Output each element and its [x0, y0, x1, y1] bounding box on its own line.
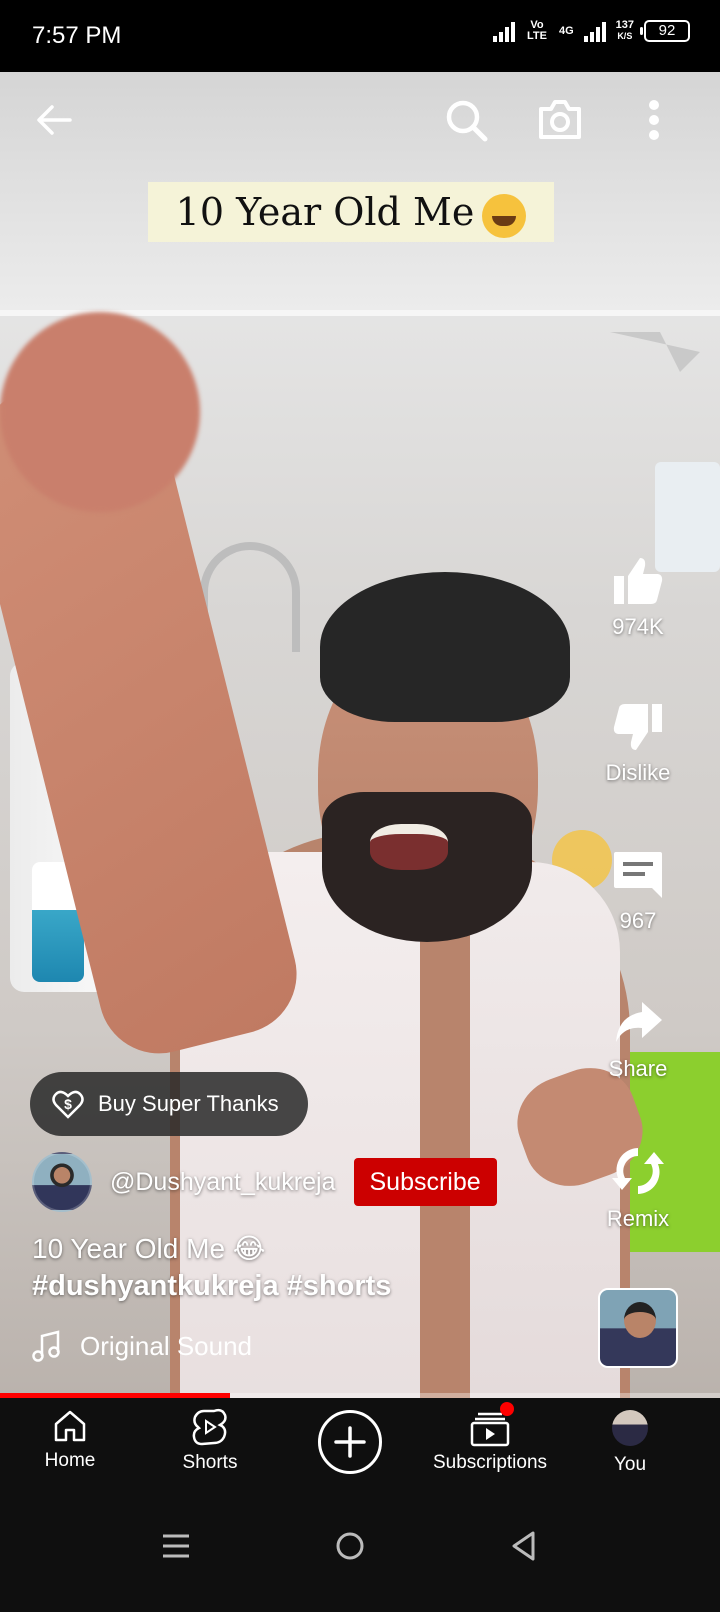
more-options-button[interactable]	[626, 92, 682, 148]
channel-handle[interactable]: @Dushyant_kukreja	[110, 1168, 336, 1197]
status-icons: Vo LTE 4G 137 K/S 92	[492, 19, 690, 42]
triangle-back-icon	[512, 1531, 535, 1561]
nav-label-subscriptions: Subscriptions	[432, 1452, 548, 1473]
heart-dollar-icon: $	[52, 1090, 84, 1119]
share-icon	[616, 1002, 662, 1042]
share-button[interactable]: Share	[588, 998, 688, 1082]
nav-item-you[interactable]: You	[560, 1408, 700, 1476]
video-person-mouth	[370, 824, 448, 870]
nav-label-you: You	[613, 1454, 647, 1475]
channel-row: @Dushyant_kukreja Subscribe	[32, 1152, 497, 1212]
remix-icon	[612, 1148, 664, 1194]
nav-item-shorts[interactable]: Shorts	[140, 1408, 280, 1474]
nav-label-shorts: Shorts	[182, 1452, 238, 1473]
home-system-button[interactable]	[320, 1516, 380, 1576]
video-shower-head	[610, 332, 700, 372]
music-note-icon	[32, 1330, 60, 1362]
channel-avatar[interactable]	[32, 1152, 92, 1212]
comment-icon	[614, 852, 662, 898]
signal-icon-2	[583, 20, 606, 42]
menu-icon	[163, 1534, 189, 1558]
status-bar: 7:57 PM Vo LTE 4G 137 K/S 92	[0, 0, 720, 72]
laughing-emoji-icon	[482, 193, 527, 238]
video-hashtags[interactable]: #dushyantkukreja #shorts	[32, 1270, 391, 1303]
thumbs-down-icon	[613, 704, 662, 750]
comment-count: 967	[619, 908, 657, 933]
bottom-navigation: Home Shorts Subscriptions You	[0, 1398, 720, 1498]
dislike-button[interactable]: Dislike	[588, 702, 688, 786]
sound-row[interactable]: Original Sound	[32, 1330, 252, 1362]
search-button[interactable]	[438, 92, 494, 148]
network-speed: 137 K/S	[615, 19, 634, 42]
nav-item-subscriptions[interactable]: Subscriptions	[420, 1402, 560, 1474]
arrow-left-icon	[37, 105, 72, 135]
like-count: 974K	[612, 614, 664, 639]
back-button[interactable]	[26, 92, 82, 148]
remix-button[interactable]: Remix	[588, 1144, 688, 1232]
network-type: 4G	[558, 24, 574, 37]
subscribe-button[interactable]: Subscribe	[353, 1158, 497, 1206]
nav-item-home[interactable]: Home	[0, 1408, 140, 1472]
video-tap	[200, 542, 300, 652]
circle-home-icon	[336, 1532, 364, 1560]
new-content-dot	[500, 1402, 514, 1416]
sound-thumbnail-face	[624, 1302, 656, 1338]
remix-label: Remix	[606, 1206, 670, 1231]
search-icon	[446, 100, 488, 142]
video-person-fist	[0, 312, 200, 512]
create-button[interactable]	[318, 1410, 382, 1474]
status-time: 7:57 PM	[32, 22, 122, 49]
subscriptions-icon-wrap	[470, 1402, 514, 1448]
camera-icon	[539, 100, 581, 139]
video-title[interactable]: 10 Year Old Me 😂	[32, 1232, 266, 1265]
share-label: Share	[608, 1056, 668, 1081]
comments-button[interactable]: 967	[588, 850, 688, 934]
volte-indicator: Vo LTE	[526, 19, 547, 42]
camera-button[interactable]	[532, 92, 588, 148]
buy-super-thanks-button[interactable]: $ Buy Super Thanks	[30, 1072, 308, 1136]
video-person-hair	[320, 572, 570, 722]
home-icon	[54, 1410, 86, 1442]
sound-thumbnail[interactable]	[598, 1288, 678, 1368]
nav-label-home: Home	[44, 1450, 96, 1471]
back-system-button[interactable]	[494, 1516, 554, 1576]
recent-apps-button[interactable]	[146, 1516, 206, 1576]
dislike-label: Dislike	[605, 760, 671, 785]
battery-indicator: 92	[640, 20, 690, 42]
signal-icon	[492, 20, 515, 42]
sound-label: Original Sound	[80, 1330, 252, 1361]
you-avatar	[612, 1410, 648, 1446]
video-caption-banner: 10 Year Old Me	[148, 182, 554, 242]
svg-text:$: $	[64, 1096, 72, 1112]
shorts-icon	[192, 1408, 227, 1446]
system-navigation-bar	[0, 1498, 720, 1612]
like-button[interactable]: 974K	[588, 556, 688, 640]
more-vert-icon	[649, 100, 659, 140]
thumbs-up-icon	[614, 558, 663, 604]
plus-icon	[334, 1426, 366, 1458]
super-thanks-label: Buy Super Thanks	[98, 1091, 279, 1116]
